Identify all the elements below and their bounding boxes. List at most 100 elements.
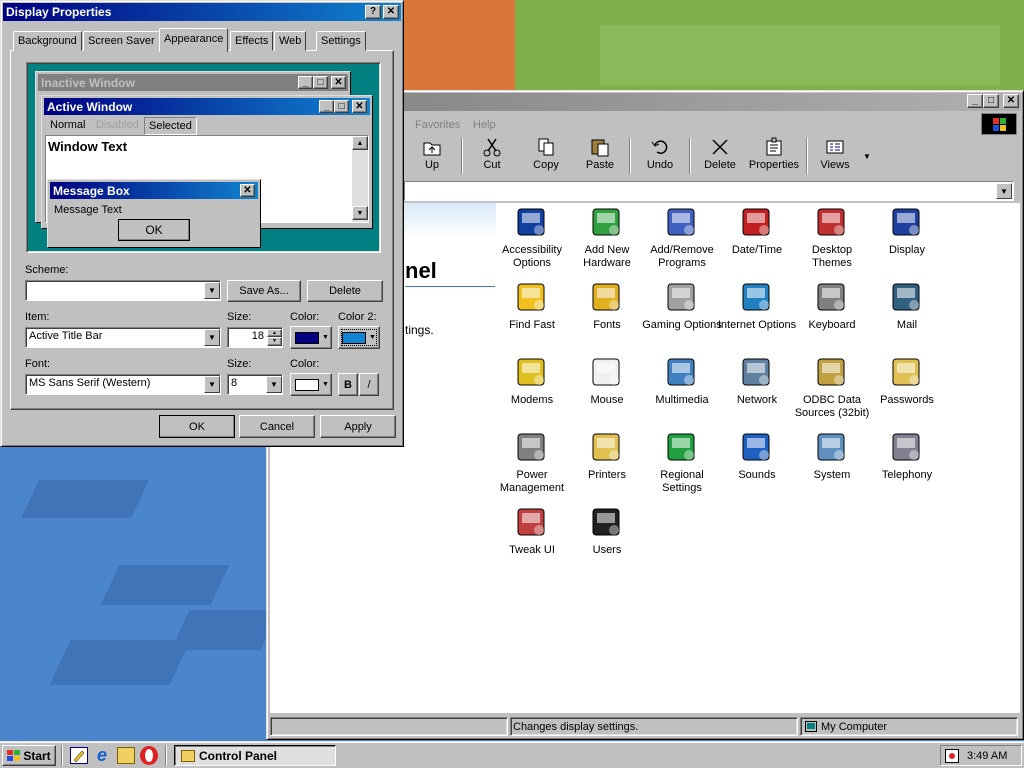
internet-options-icon bbox=[740, 281, 774, 315]
tab-effects[interactable]: Effects bbox=[230, 31, 274, 51]
delete-button[interactable]: Delete bbox=[307, 280, 383, 302]
font-size-dropdown-arrow-icon[interactable]: ▼ bbox=[266, 376, 282, 393]
item-size-spinner[interactable]: ▲ ▼ bbox=[267, 329, 282, 346]
item-dropdown-arrow-icon[interactable]: ▼ bbox=[204, 329, 220, 346]
tab-settings[interactable]: Settings bbox=[316, 31, 366, 51]
help-button[interactable]: ? bbox=[365, 5, 381, 19]
cp-item-display[interactable]: Display bbox=[867, 206, 947, 257]
scroll-up-icon: ▲ bbox=[352, 136, 368, 150]
preview-menu-disabled: Disabled bbox=[96, 119, 139, 131]
menu-favorites[interactable]: Favorites bbox=[415, 119, 460, 131]
cp-item-accessibility[interactable]: Accessibility Options bbox=[492, 206, 572, 270]
cp-item-tweak-ui[interactable]: Tweak UI bbox=[492, 506, 572, 557]
cp-item-power-management[interactable]: Power Management bbox=[492, 431, 572, 495]
toolbar-undo-button[interactable]: Undo bbox=[633, 137, 687, 171]
maximize-button[interactable]: □ bbox=[983, 94, 999, 108]
gaming-options-icon bbox=[665, 281, 699, 315]
cp-item-modems[interactable]: Modems bbox=[492, 356, 572, 407]
scheme-select[interactable] bbox=[25, 280, 221, 301]
cp-item-network[interactable]: Network bbox=[717, 356, 797, 407]
cp-item-multimedia[interactable]: Multimedia bbox=[642, 356, 722, 407]
taskbar-control-panel-button[interactable]: Control Panel bbox=[174, 745, 336, 766]
tab-background[interactable]: Background bbox=[13, 31, 82, 51]
minimize-button[interactable]: _ bbox=[967, 94, 983, 108]
cp-item-date-time[interactable]: Date/Time bbox=[717, 206, 797, 257]
spin-up-icon[interactable]: ▲ bbox=[267, 329, 282, 337]
cp-item-desktop-themes[interactable]: Desktop Themes bbox=[792, 206, 872, 270]
tray-scheduler-icon[interactable] bbox=[945, 748, 959, 763]
desktop-themes-icon bbox=[815, 206, 849, 240]
cp-item-users[interactable]: Users bbox=[567, 506, 647, 557]
quick-launch-opera-icon[interactable] bbox=[140, 746, 158, 765]
cp-item-regional-settings[interactable]: Regional Settings bbox=[642, 431, 722, 495]
cp-item-mail[interactable]: Mail bbox=[867, 281, 947, 332]
close-button[interactable]: ✕ bbox=[383, 5, 399, 19]
item-color-button[interactable]: ▼ bbox=[290, 326, 332, 349]
properties-icon bbox=[764, 137, 784, 157]
odbc-icon bbox=[815, 356, 849, 390]
item-color2-label: Color 2: bbox=[338, 311, 377, 323]
toolbar-properties-button[interactable]: Properties bbox=[746, 137, 802, 171]
spin-down-icon[interactable]: ▼ bbox=[267, 337, 282, 346]
tab-web[interactable]: Web bbox=[274, 31, 307, 51]
address-bar[interactable]: ▼ bbox=[404, 181, 1014, 201]
tray-clock[interactable]: 3:49 AM bbox=[967, 750, 1007, 762]
bold-button[interactable]: B bbox=[338, 373, 358, 396]
cp-item-passwords[interactable]: Passwords bbox=[867, 356, 947, 407]
save-as-button[interactable]: Save As... bbox=[227, 280, 301, 302]
italic-button[interactable]: / bbox=[359, 373, 379, 396]
quick-launch-ie-icon[interactable]: e bbox=[93, 746, 111, 765]
toolbar-up-button[interactable]: Up bbox=[405, 137, 459, 171]
cp-item-sounds[interactable]: Sounds bbox=[717, 431, 797, 482]
cp-item-system[interactable]: System bbox=[792, 431, 872, 482]
cp-item-telephony[interactable]: Telephony bbox=[867, 431, 947, 482]
views-icon bbox=[825, 137, 845, 157]
cp-item-fonts[interactable]: Fonts bbox=[567, 281, 647, 332]
quick-launch-outlook-icon[interactable] bbox=[117, 747, 135, 764]
address-dropdown-arrow-icon[interactable]: ▼ bbox=[996, 183, 1012, 199]
display-properties-title-bar[interactable]: Display Properties bbox=[3, 3, 401, 21]
network-icon bbox=[740, 356, 774, 390]
cancel-button[interactable]: Cancel bbox=[239, 415, 315, 438]
quick-launch-desktop-icon[interactable] bbox=[70, 747, 88, 764]
font-color-button[interactable]: ▼ bbox=[290, 373, 332, 396]
tab-screen-saver[interactable]: Screen Saver bbox=[83, 31, 160, 51]
tab-appearance[interactable]: Appearance bbox=[159, 28, 229, 52]
cp-item-internet-options[interactable]: Internet Options bbox=[717, 281, 797, 332]
scheme-label: Scheme: bbox=[25, 264, 69, 276]
toolbar-up-label: Up bbox=[424, 159, 440, 171]
cp-item-add-remove-programs[interactable]: Add/Remove Programs bbox=[642, 206, 722, 270]
cp-item-keyboard[interactable]: Keyboard bbox=[792, 281, 872, 332]
cp-item-printers[interactable]: Printers bbox=[567, 431, 647, 482]
toolbar-cut-button[interactable]: Cut bbox=[465, 137, 519, 171]
item-select[interactable]: Active Title Bar bbox=[25, 327, 221, 348]
cp-item-mouse[interactable]: Mouse bbox=[567, 356, 647, 407]
scheme-dropdown-arrow-icon[interactable]: ▼ bbox=[204, 282, 220, 299]
toolbar-paste-button[interactable]: Paste bbox=[573, 137, 627, 171]
cp-item-odbc[interactable]: ODBC Data Sources (32bit) bbox=[792, 356, 872, 420]
cp-item-label: Desktop Themes bbox=[811, 244, 853, 269]
views-dropdown-arrow-icon[interactable]: ▼ bbox=[863, 152, 871, 161]
cp-item-find-fast[interactable]: Find Fast bbox=[492, 281, 572, 332]
start-button[interactable]: Start bbox=[2, 745, 56, 766]
font-dropdown-arrow-icon[interactable]: ▼ bbox=[204, 376, 220, 393]
item-color2-button[interactable]: ▼ bbox=[338, 326, 380, 349]
cp-item-gaming-options[interactable]: Gaming Options bbox=[642, 281, 722, 332]
toolbar-copy-button[interactable]: Copy bbox=[519, 137, 573, 171]
cp-item-label: Power Management bbox=[499, 469, 565, 494]
menu-help[interactable]: Help bbox=[473, 119, 496, 131]
toolbar-delete-button[interactable]: Delete bbox=[693, 137, 747, 171]
cp-item-add-hardware[interactable]: Add New Hardware bbox=[567, 206, 647, 270]
apply-button[interactable]: Apply bbox=[320, 415, 396, 438]
font-select[interactable]: MS Sans Serif (Western) bbox=[25, 374, 221, 395]
color2-dropdown-arrow-icon: ▼ bbox=[369, 334, 376, 341]
close-button[interactable]: ✕ bbox=[1003, 94, 1019, 108]
delete-x-icon bbox=[710, 137, 730, 157]
cp-item-label: Internet Options bbox=[717, 319, 797, 331]
scissors-icon bbox=[482, 137, 502, 157]
toolbar-views-button[interactable]: Views bbox=[808, 137, 862, 171]
users-icon bbox=[590, 506, 624, 540]
preview-message-box[interactable]: Message Box ✕ Message Text OK bbox=[47, 179, 261, 248]
ok-button[interactable]: OK bbox=[159, 415, 235, 438]
item-color-label: Color: bbox=[290, 311, 320, 323]
